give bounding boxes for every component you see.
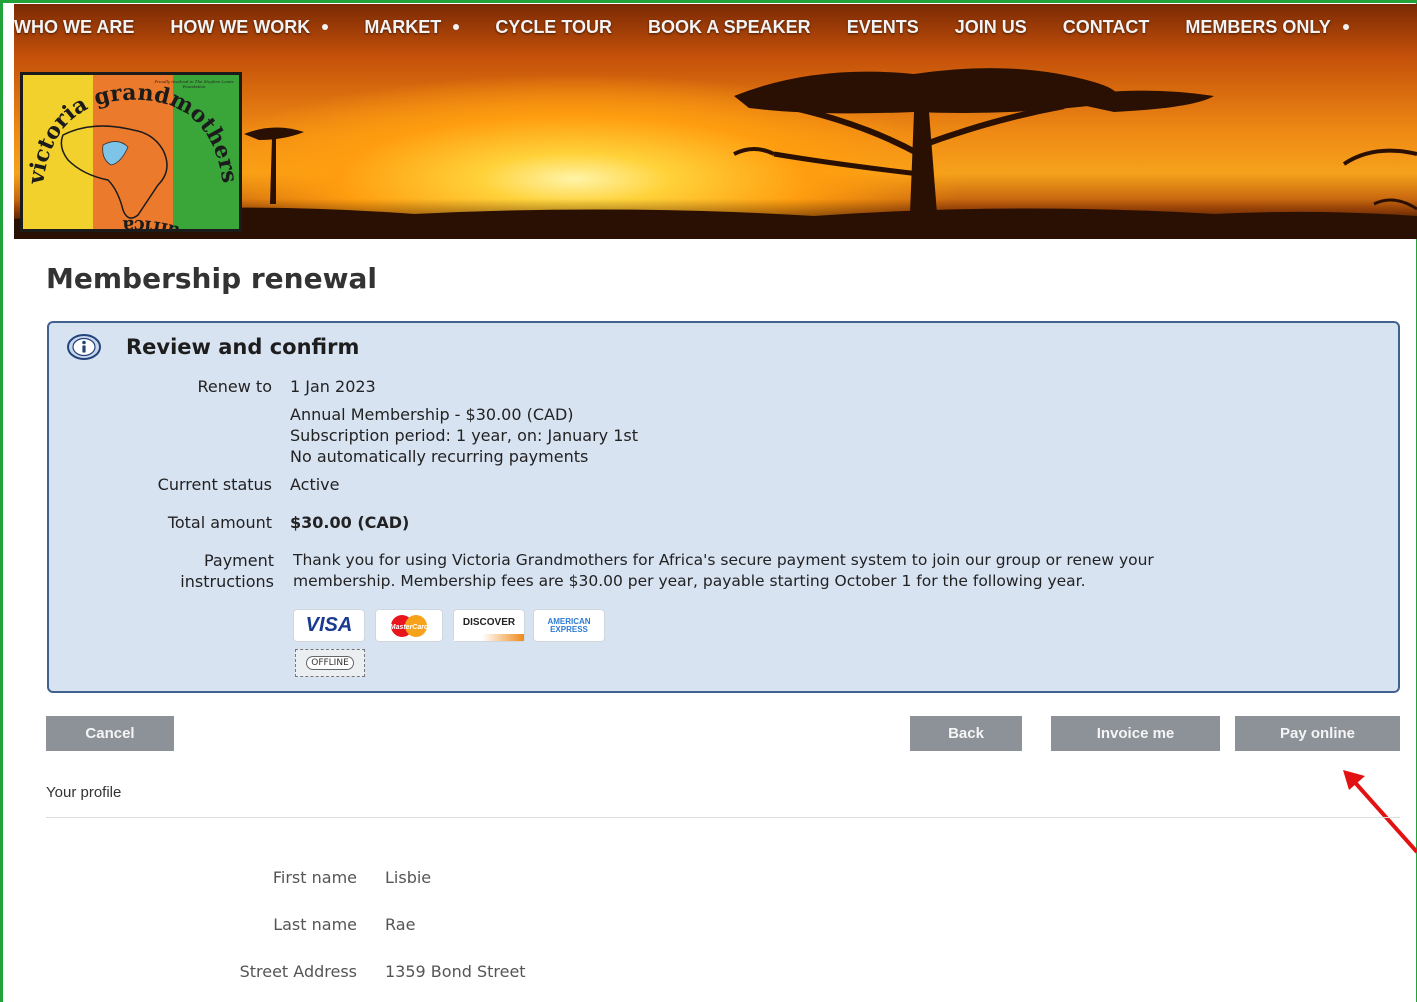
nav-label: WHO WE ARE <box>14 16 135 37</box>
dropdown-dot-icon <box>453 24 460 30</box>
total-label: Total amount <box>167 513 272 532</box>
nav-label: HOW WE WORK <box>170 16 311 37</box>
nav-join-us[interactable]: JOIN US <box>955 17 1027 38</box>
discover-stripe <box>454 634 524 641</box>
nav-who-we-are[interactable]: WHO WE ARE <box>14 17 134 38</box>
renew-to-label: Renew to <box>197 377 272 396</box>
review-confirm-panel: Review and confirm Renew to 1 Jan 2023 A… <box>47 321 1400 693</box>
first-name-value: Lisbie <box>385 868 432 887</box>
svg-text:for africa: for africa <box>122 215 215 232</box>
mastercard-logo-icon: MasterCard <box>390 614 429 637</box>
nav-book-a-speaker[interactable]: BOOK A SPEAKER <box>648 17 811 38</box>
offline-label: OFFLINE <box>306 656 354 670</box>
logo-badge: Proudly involved in The Stephen Lewis Fo… <box>154 79 234 89</box>
total-value: $30.00 (CAD) <box>290 513 410 532</box>
nav-label: BOOK A SPEAKER <box>648 16 811 37</box>
header-banner: WHO WE ARE HOW WE WORK MARKET CYCLE TOUR… <box>14 4 1417 239</box>
nav-label: JOIN US <box>954 16 1027 37</box>
nav-label: EVENTS <box>846 16 919 37</box>
mastercard-icon[interactable]: MasterCard <box>376 610 442 641</box>
first-name-label: First name <box>272 868 357 887</box>
nav-cycle-tour[interactable]: CYCLE TOUR <box>495 17 612 38</box>
site-logo[interactable]: victoria grandmothers for africa Proudly… <box>20 72 242 232</box>
nav-label: CYCLE TOUR <box>495 16 612 37</box>
amex-card-icon[interactable]: AMERICAN EXPRESS <box>534 610 604 641</box>
nav-members-only[interactable]: MEMBERS ONLY <box>1185 16 1349 38</box>
cancel-button[interactable]: Cancel <box>46 716 174 751</box>
discover-label: DISCOVER <box>462 616 516 628</box>
nav-label: CONTACT <box>1062 16 1150 37</box>
subscription-period: Subscription period: 1 year, on: January… <box>290 426 639 445</box>
invoice-me-button[interactable]: Invoice me <box>1051 716 1220 751</box>
payment-instructions-line2: membership. Membership fees are $30.00 p… <box>293 572 1086 590</box>
logo-text-bottom: for africa <box>122 215 215 229</box>
dropdown-dot-icon <box>322 24 329 30</box>
main-navigation: WHO WE ARE HOW WE WORK MARKET CYCLE TOUR… <box>14 4 1417 50</box>
payment-label-line1: Payment <box>203 551 274 570</box>
info-icon <box>67 334 101 360</box>
renew-to-value: 1 Jan 2023 <box>290 377 376 396</box>
street-address-value: 1359 Bond Street <box>385 962 526 981</box>
profile-heading: Your profile <box>46 784 122 801</box>
nav-contact[interactable]: CONTACT <box>1063 17 1150 38</box>
status-label: Current status <box>157 475 272 494</box>
last-name-value: Rae <box>385 915 416 934</box>
status-value: Active <box>290 475 340 494</box>
nav-market[interactable]: MARKET <box>364 16 460 38</box>
visa-label: VISA <box>305 614 353 636</box>
review-title: Review and confirm <box>126 335 360 359</box>
logo-text-top: victoria grandmothers <box>23 80 239 187</box>
nav-events[interactable]: EVENTS <box>847 17 919 38</box>
payment-instructions-line1: Thank you for using Victoria Grandmother… <box>293 551 1154 569</box>
membership-detail: Annual Membership - $30.00 (CAD) <box>290 405 574 424</box>
dropdown-dot-icon <box>1342 24 1349 30</box>
africa-map-icon: victoria grandmothers for africa <box>23 80 242 232</box>
discover-card-icon[interactable]: DISCOVER <box>454 610 524 641</box>
payment-label-line2: instructions <box>180 572 274 591</box>
last-name-label: Last name <box>273 915 357 934</box>
mastercard-label: MasterCard <box>390 624 429 631</box>
street-address-label: Street Address <box>239 962 357 981</box>
nav-label: MEMBERS ONLY <box>1185 16 1331 37</box>
profile-divider <box>46 817 1400 818</box>
offline-payment-icon[interactable]: OFFLINE <box>295 649 365 677</box>
nav-how-we-work[interactable]: HOW WE WORK <box>170 16 329 38</box>
back-button[interactable]: Back <box>910 716 1022 751</box>
recurring-note: No automatically recurring payments <box>290 447 589 466</box>
amex-label-2: EXPRESS <box>550 624 588 634</box>
visa-card-icon[interactable]: VISA <box>294 610 364 641</box>
page-title: Membership renewal <box>46 262 377 295</box>
pay-online-button[interactable]: Pay online <box>1235 716 1400 751</box>
red-arrow-annotation <box>1343 770 1417 854</box>
nav-label: MARKET <box>364 16 442 37</box>
svg-text:victoria grandmothers: victoria grandmothers <box>23 80 242 187</box>
